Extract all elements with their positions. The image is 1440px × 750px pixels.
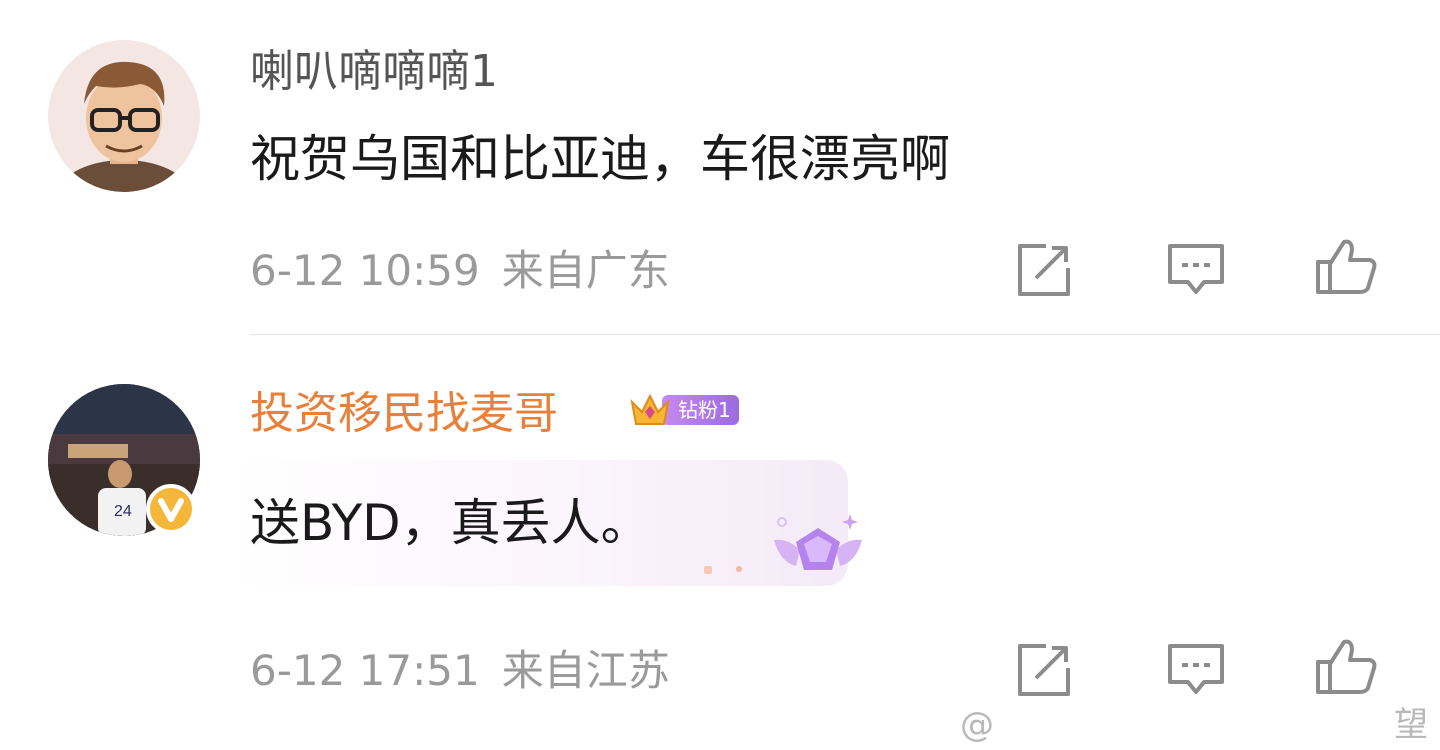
- comment-item: 24 投资移民找麦哥 钻粉1 送BYD，真丢人。 6-12 17:51 来自江苏: [0, 0, 1440, 750]
- diamond-wings-icon: [766, 512, 870, 588]
- like-icon[interactable]: [1314, 634, 1378, 698]
- share-icon[interactable]: [1012, 638, 1076, 702]
- watermark-text: 望: [1394, 705, 1428, 745]
- comment-date: 6-12 17:51: [250, 646, 480, 695]
- username[interactable]: 投资移民找麦哥: [250, 392, 558, 436]
- comment-icon[interactable]: [1164, 638, 1228, 702]
- fan-level-label: 钻粉1: [662, 395, 739, 425]
- svg-text:24: 24: [114, 503, 132, 520]
- fan-badge[interactable]: 钻粉1: [628, 388, 739, 432]
- comment-meta: 6-12 17:51 来自江苏: [250, 650, 670, 692]
- verified-v-icon: [146, 484, 196, 534]
- comment-location: 来自江苏: [501, 646, 670, 695]
- watermark: @ 望: [960, 700, 1440, 750]
- watermark-logo: @: [960, 705, 994, 745]
- decor-dot: [736, 566, 742, 572]
- comment-text: 送BYD，真丢人。: [250, 494, 651, 552]
- crown-icon: [628, 388, 672, 432]
- decor-dot: [704, 566, 712, 574]
